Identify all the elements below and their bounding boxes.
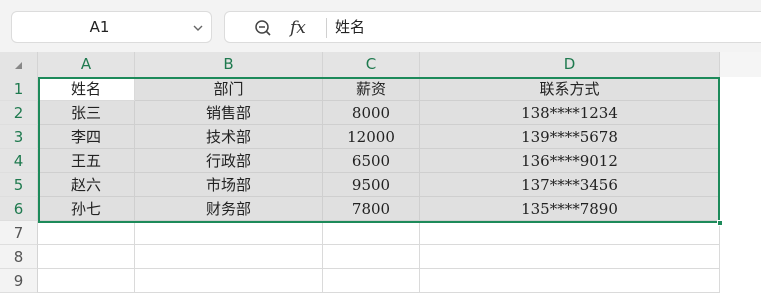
cell-c6[interactable]: 7800 [323,197,420,221]
cell-d3[interactable]: 139****5678 [420,125,720,149]
empty-cell[interactable] [420,269,720,293]
formula-separator [326,18,327,38]
row-header-4[interactable]: 4 [0,149,38,173]
cell-b4[interactable]: 行政部 [135,149,323,173]
function-icon[interactable]: fx [290,16,314,40]
select-all-corner[interactable] [0,52,38,77]
select-all-icon [15,62,22,69]
cell-a1[interactable]: 姓名 [38,77,135,101]
empty-cell[interactable] [420,245,720,269]
cell-c5[interactable]: 9500 [323,173,420,197]
row-header-3[interactable]: 3 [0,125,38,149]
empty-cell[interactable] [38,269,135,293]
name-box[interactable]: A1 [11,11,212,43]
fill-handle[interactable] [717,220,723,226]
row-header-8[interactable]: 8 [0,245,38,269]
cell-b1[interactable]: 部门 [135,77,323,101]
formula-bar-area: A1 fx 姓名 [0,0,761,52]
cell-a4[interactable]: 王五 [38,149,135,173]
cell-b3[interactable]: 技术部 [135,125,323,149]
empty-cell[interactable] [323,269,420,293]
cell-a6[interactable]: 孙七 [38,197,135,221]
empty-cell[interactable] [135,245,323,269]
empty-cell[interactable] [420,221,720,245]
cell-b2[interactable]: 销售部 [135,101,323,125]
chevron-down-icon[interactable] [191,21,205,35]
cell-d6[interactable]: 135****7890 [420,197,720,221]
row-header-2[interactable]: 2 [0,101,38,125]
column-header-empty [720,52,761,77]
empty-cell[interactable] [135,221,323,245]
cell-c3[interactable]: 12000 [323,125,420,149]
empty-cell[interactable] [38,221,135,245]
cell-d4[interactable]: 136****9012 [420,149,720,173]
empty-cell[interactable] [323,221,420,245]
column-header-a[interactable]: A [38,52,135,77]
name-box-value[interactable]: A1 [12,12,187,42]
row-header-7[interactable]: 7 [0,221,38,245]
cell-d1[interactable]: 联系方式 [420,77,720,101]
cell-d5[interactable]: 137****3456 [420,173,720,197]
column-header-c[interactable]: C [323,52,420,77]
cell-c2[interactable]: 8000 [323,101,420,125]
row-header-6[interactable]: 6 [0,197,38,221]
empty-cell[interactable] [135,269,323,293]
spreadsheet-grid[interactable]: A B C D 1 2 3 4 5 6 7 8 9 姓名 部门 薪资 联系方式 … [0,52,761,300]
formula-bar[interactable]: fx 姓名 [224,11,761,43]
cell-c4[interactable]: 6500 [323,149,420,173]
cell-c1[interactable]: 薪资 [323,77,420,101]
row-header-1[interactable]: 1 [0,77,38,101]
column-header-d[interactable]: D [420,52,720,77]
cell-a5[interactable]: 赵六 [38,173,135,197]
column-header-b[interactable]: B [135,52,323,77]
row-header-5[interactable]: 5 [0,173,38,197]
zoom-out-icon[interactable] [253,18,273,38]
cell-b5[interactable]: 市场部 [135,173,323,197]
empty-cell[interactable] [38,245,135,269]
cell-a2[interactable]: 张三 [38,101,135,125]
row-header-9[interactable]: 9 [0,269,38,293]
cell-a3[interactable]: 李四 [38,125,135,149]
cell-b6[interactable]: 财务部 [135,197,323,221]
cell-d2[interactable]: 138****1234 [420,101,720,125]
formula-input[interactable]: 姓名 [335,12,365,42]
empty-cell[interactable] [323,245,420,269]
